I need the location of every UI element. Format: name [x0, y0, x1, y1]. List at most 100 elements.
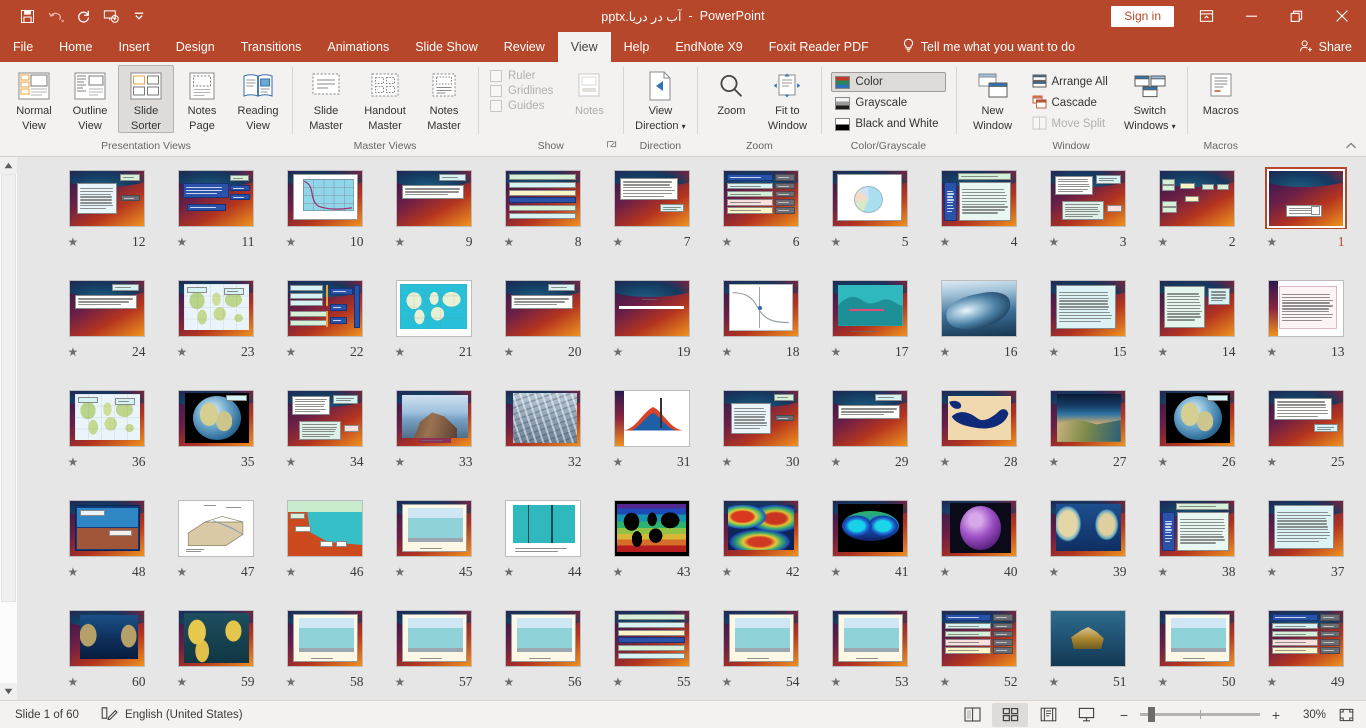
- animation-star-icon[interactable]: ★: [1267, 456, 1278, 468]
- slide-thumbnail-cell[interactable]: ★ 31: [597, 385, 706, 495]
- slide-thumbnail-cell[interactable]: ★ 58: [270, 605, 379, 700]
- animation-star-icon[interactable]: ★: [504, 346, 515, 358]
- macros-button[interactable]: Macros: [1193, 65, 1249, 133]
- slide-thumbnail-cell[interactable]: ★ 24: [52, 275, 161, 385]
- slide-thumbnail[interactable]: [1158, 499, 1236, 557]
- slide-thumbnail-cell[interactable]: ★ 12: [52, 165, 161, 275]
- animation-star-icon[interactable]: ★: [177, 236, 188, 248]
- slide-thumbnail-cell[interactable]: ★ 8: [488, 165, 597, 275]
- animation-star-icon[interactable]: ★: [831, 456, 842, 468]
- ruler-checkbox[interactable]: Ruler: [490, 70, 553, 82]
- tab-transitions[interactable]: Transitions: [228, 32, 315, 62]
- animation-star-icon[interactable]: ★: [504, 566, 515, 578]
- animation-star-icon[interactable]: ★: [613, 236, 624, 248]
- animation-star-icon[interactable]: ★: [831, 236, 842, 248]
- animation-star-icon[interactable]: ★: [504, 676, 515, 688]
- restore-icon[interactable]: [1274, 0, 1319, 32]
- slide-thumbnail[interactable]: [1049, 279, 1127, 337]
- slide-thumbnail-cell[interactable]: ★ 41: [815, 495, 924, 605]
- collapse-ribbon-button[interactable]: [1342, 138, 1360, 154]
- slide-thumbnail-cell[interactable]: ★ 19: [597, 275, 706, 385]
- animation-star-icon[interactable]: ★: [940, 676, 951, 688]
- share-button[interactable]: Share: [1285, 32, 1366, 62]
- slide-thumbnail[interactable]: [613, 499, 691, 557]
- animation-star-icon[interactable]: ★: [395, 676, 406, 688]
- slide-thumbnail[interactable]: [504, 609, 582, 667]
- zoom-slider-thumb[interactable]: [1148, 707, 1155, 722]
- slide-thumbnail-cell[interactable]: ★ 53: [815, 605, 924, 700]
- vertical-scrollbar[interactable]: [0, 157, 17, 700]
- animation-star-icon[interactable]: ★: [1049, 236, 1060, 248]
- slide-thumbnail-cell[interactable]: ★ 22: [270, 275, 379, 385]
- slide-thumbnail[interactable]: [722, 279, 800, 337]
- animation-star-icon[interactable]: ★: [1158, 456, 1169, 468]
- ribbon-display-options-icon[interactable]: [1184, 0, 1229, 32]
- animation-star-icon[interactable]: ★: [722, 346, 733, 358]
- slide-thumbnail[interactable]: [286, 279, 364, 337]
- slide-thumbnail-cell[interactable]: ★ 60: [52, 605, 161, 700]
- notes-page-button[interactable]: Notes Page: [174, 65, 230, 133]
- slide-thumbnail[interactable]: [286, 609, 364, 667]
- minimize-icon[interactable]: [1229, 0, 1274, 32]
- animation-star-icon[interactable]: ★: [68, 456, 79, 468]
- animation-star-icon[interactable]: ★: [177, 566, 188, 578]
- animation-star-icon[interactable]: ★: [286, 456, 297, 468]
- slide-thumbnail[interactable]: [831, 279, 909, 337]
- animation-star-icon[interactable]: ★: [940, 236, 951, 248]
- animation-star-icon[interactable]: ★: [1049, 346, 1060, 358]
- black-and-white-button[interactable]: Black and White: [831, 114, 945, 134]
- tab-endnote[interactable]: EndNote X9: [662, 32, 755, 62]
- animation-star-icon[interactable]: ★: [1158, 236, 1169, 248]
- scrollbar-thumb[interactable]: [1, 174, 16, 602]
- slide-thumbnail-cell[interactable]: ★ 36: [52, 385, 161, 495]
- slide-thumbnail[interactable]: [1158, 169, 1236, 227]
- animation-star-icon[interactable]: ★: [286, 566, 297, 578]
- animation-star-icon[interactable]: ★: [940, 566, 951, 578]
- slide-thumbnail-cell[interactable]: ★ 57: [379, 605, 488, 700]
- zoom-level-label[interactable]: 30%: [1292, 709, 1326, 721]
- slide-thumbnail[interactable]: [68, 609, 146, 667]
- handout-master-button[interactable]: Handout Master: [354, 65, 416, 133]
- slide-thumbnail-cell[interactable]: ★ 4: [924, 165, 1033, 275]
- slide-thumbnail[interactable]: [722, 389, 800, 447]
- slide-thumbnail-cell[interactable]: ★ 26: [1142, 385, 1251, 495]
- animation-star-icon[interactable]: ★: [831, 346, 842, 358]
- normal-view-button[interactable]: Normal View: [6, 65, 62, 133]
- arrange-all-button[interactable]: Arrange All: [1028, 72, 1115, 92]
- animation-star-icon[interactable]: ★: [395, 566, 406, 578]
- animation-star-icon[interactable]: ★: [286, 236, 297, 248]
- slide-thumbnail-cell[interactable]: ★ 13: [1251, 275, 1360, 385]
- slide-thumbnail[interactable]: [286, 389, 364, 447]
- slide-thumbnail[interactable]: [1049, 389, 1127, 447]
- slide-thumbnail-cell[interactable]: ★ 18: [706, 275, 815, 385]
- slideshow-view-button-statusbar[interactable]: [1068, 703, 1104, 727]
- animation-star-icon[interactable]: ★: [722, 676, 733, 688]
- slide-thumbnail-cell[interactable]: ★ 6: [706, 165, 815, 275]
- switch-windows-button[interactable]: Switch Windows ▾: [1119, 65, 1181, 134]
- close-icon[interactable]: [1319, 0, 1364, 32]
- animation-star-icon[interactable]: ★: [831, 676, 842, 688]
- animation-star-icon[interactable]: ★: [940, 456, 951, 468]
- slide-thumbnail-cell[interactable]: ★ 11: [161, 165, 270, 275]
- animation-star-icon[interactable]: ★: [1049, 456, 1060, 468]
- slide-thumbnail[interactable]: [613, 169, 691, 227]
- slide-thumbnail[interactable]: [177, 169, 255, 227]
- animation-star-icon[interactable]: ★: [177, 676, 188, 688]
- animation-star-icon[interactable]: ★: [1267, 236, 1278, 248]
- animation-star-icon[interactable]: ★: [1267, 676, 1278, 688]
- slide-thumbnail[interactable]: [1049, 499, 1127, 557]
- animation-star-icon[interactable]: ★: [504, 236, 515, 248]
- animation-star-icon[interactable]: ★: [722, 456, 733, 468]
- slide-thumbnail-cell[interactable]: ★ 59: [161, 605, 270, 700]
- slide-thumbnail-cell[interactable]: ★ 44: [488, 495, 597, 605]
- slide-thumbnail[interactable]: [722, 609, 800, 667]
- tab-review[interactable]: Review: [491, 32, 558, 62]
- slide-thumbnail[interactable]: [831, 169, 909, 227]
- show-dialog-launcher[interactable]: [606, 140, 617, 151]
- animation-star-icon[interactable]: ★: [613, 346, 624, 358]
- slide-thumbnail[interactable]: [722, 169, 800, 227]
- slide-thumbnail-cell[interactable]: ★ 42: [706, 495, 815, 605]
- zoom-button[interactable]: Zoom: [703, 65, 759, 133]
- zoom-out-button[interactable]: −: [1116, 706, 1132, 724]
- animation-star-icon[interactable]: ★: [68, 566, 79, 578]
